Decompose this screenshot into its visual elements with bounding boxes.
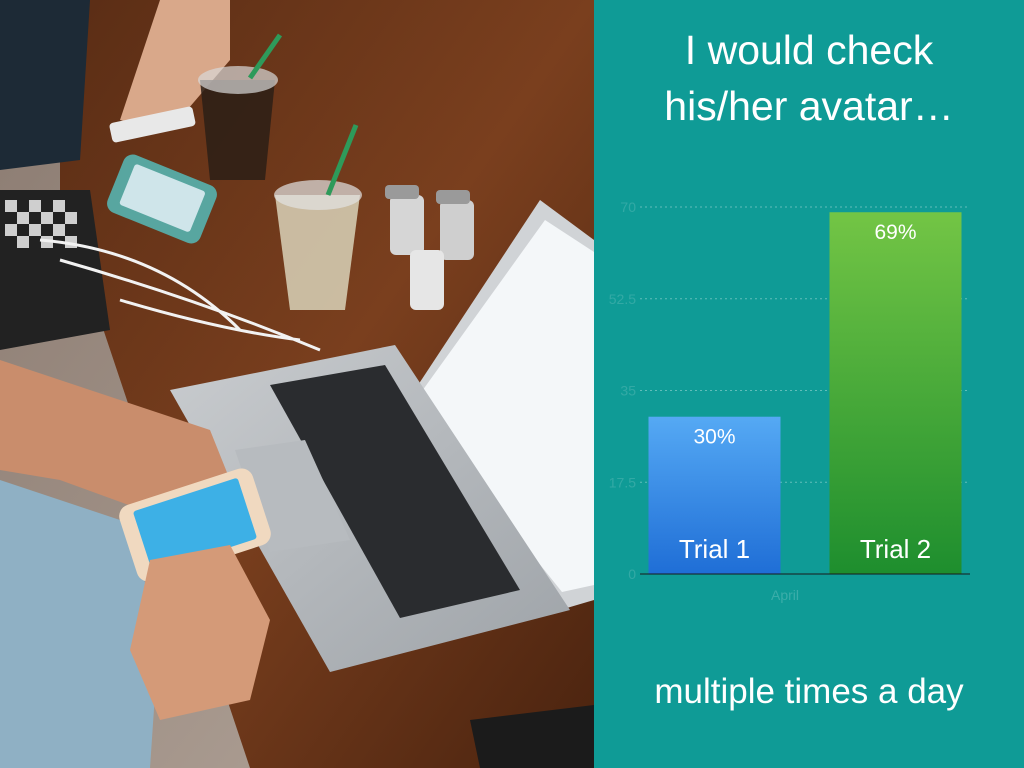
value-label: 30%: [693, 426, 735, 449]
value-label: 69%: [874, 221, 916, 244]
x-axis-label: April: [771, 587, 799, 603]
y-tick-label: 0: [628, 566, 636, 582]
y-tick-label: 35: [620, 383, 636, 399]
slide-caption: multiple times a day: [654, 672, 964, 711]
y-axis-ticks: 0 17.5 35 52.5 70: [609, 199, 636, 582]
person-hair: [0, 0, 90, 170]
chart-bars: 30% Trial 1 69% Trial 2: [648, 212, 962, 574]
y-tick-label: 70: [620, 199, 636, 215]
clear-cup: [275, 195, 360, 310]
y-tick-label: 17.5: [609, 474, 636, 490]
cafe-photo: [0, 0, 594, 768]
y-tick-label: 52.5: [609, 291, 636, 307]
bar-chart: 0 17.5 35 52.5 70 30% Trial 1 69% Trial 2 April: [609, 199, 970, 603]
bar-trial-2: [829, 212, 962, 574]
category-label: Trial 2: [860, 534, 931, 564]
iced-coffee-cup: [200, 80, 275, 180]
slide-panel: I would check his/her avatar… 0 17.5 35 52.…: [594, 0, 1024, 768]
category-label: Trial 1: [679, 534, 750, 564]
